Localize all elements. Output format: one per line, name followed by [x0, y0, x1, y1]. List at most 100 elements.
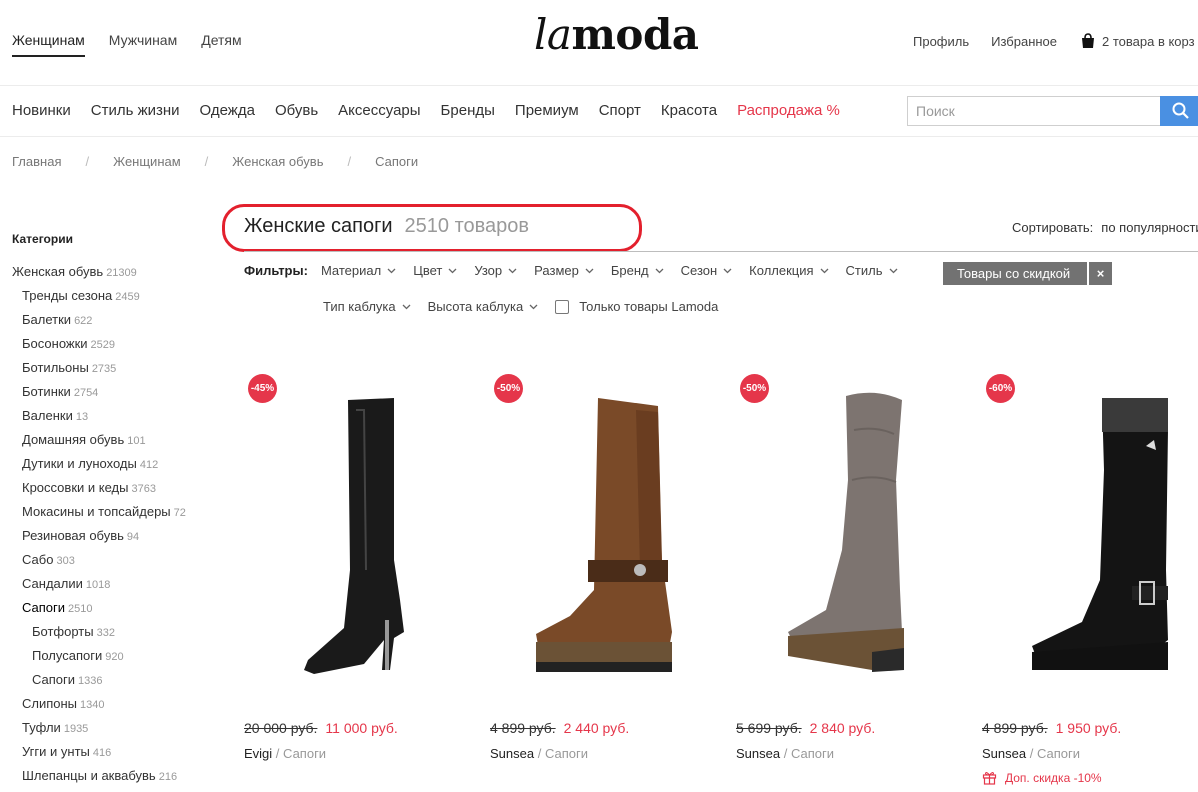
active-filter-chip[interactable]: Товары со скидкой [943, 262, 1087, 285]
breadcrumb-home[interactable]: Главная [12, 154, 61, 169]
sidebar-category-item[interactable]: Ботфорты 332 [12, 620, 222, 644]
sidebar-category-item[interactable]: Туфли 1935 [12, 716, 222, 740]
filter-dropdown[interactable]: Коллекция [749, 263, 828, 278]
boot-image[interactable] [490, 370, 722, 700]
nav-item-accessories[interactable]: Аксессуары [338, 102, 420, 119]
cart-icon[interactable] [1079, 33, 1097, 49]
product-category[interactable]: Сапоги [545, 746, 588, 761]
filter-label: Высота каблука [427, 299, 524, 314]
filter-dropdown[interactable]: Цвет [413, 263, 457, 278]
sidebar-category-item[interactable]: Сандалии 1018 [12, 572, 222, 596]
old-price: 4 899 руб. [982, 720, 1048, 736]
filter-label: Цвет [413, 263, 443, 278]
category-name: Ботильоны [22, 360, 89, 375]
filter-dropdown[interactable]: Узор [474, 263, 517, 278]
sort-dropdown[interactable]: по популярности [1101, 220, 1198, 235]
chevron-down-icon [655, 268, 664, 273]
extra-discount-promo[interactable]: Доп. скидка -10% [982, 770, 1102, 785]
category-name: Балетки [22, 312, 72, 327]
product-image[interactable] [982, 370, 1198, 700]
category-name: Сабо [22, 552, 54, 567]
nav-item-premium[interactable]: Премиум [515, 102, 579, 119]
nav-item-brands[interactable]: Бренды [441, 102, 495, 119]
sidebar-category-item[interactable]: Балетки 622 [12, 308, 222, 332]
sidebar-category-item[interactable]: Угги и унты 416 [12, 740, 222, 764]
category-count: 416 [92, 747, 112, 759]
product-category[interactable]: Сапоги [283, 746, 326, 761]
category-count: 2529 [90, 339, 116, 351]
filter-label: Размер [534, 263, 579, 278]
sidebar-category-item[interactable]: Полусапоги 920 [12, 644, 222, 668]
sidebar-category-item[interactable]: Ботинки 2754 [12, 380, 222, 404]
sidebar-category-item[interactable]: Валенки 13 [12, 404, 222, 428]
breadcrumb-womens-shoes[interactable]: Женская обувь [232, 154, 323, 169]
product-category[interactable]: Сапоги [1037, 746, 1080, 761]
category-count: 94 [126, 531, 140, 543]
sidebar-category-item[interactable]: Женская обувь 21309 [12, 260, 222, 284]
cart-link[interactable]: 2 товара в корз [1102, 34, 1195, 49]
nav-item-clothing[interactable]: Одежда [200, 102, 255, 119]
nav-item-new[interactable]: Новинки [12, 102, 71, 119]
sidebar-category-item[interactable]: Слипоны 1340 [12, 692, 222, 716]
chevron-down-icon [508, 268, 517, 273]
nav-item-sale[interactable]: Распродажа % [737, 102, 840, 119]
boot-image[interactable] [244, 370, 476, 700]
filter-dropdown[interactable]: Бренд [611, 263, 664, 278]
filter-dropdown[interactable]: Материал [321, 263, 396, 278]
product-category[interactable]: Сапоги [791, 746, 834, 761]
old-price: 5 699 руб. [736, 720, 802, 736]
sidebar-category-item[interactable]: Дутики и луноходы 412 [12, 452, 222, 476]
filter-dropdown[interactable]: Стиль [846, 263, 898, 278]
favorites-link[interactable]: Избранное [991, 34, 1057, 49]
boot-image[interactable] [736, 370, 968, 700]
product-brand[interactable]: Sunsea [490, 746, 534, 761]
tab-women[interactable]: Женщинам [12, 32, 85, 57]
sidebar-category-item[interactable]: Сапоги 1336 [12, 668, 222, 692]
sidebar-category-item[interactable]: Домашняя обувь 101 [12, 428, 222, 452]
nav-item-shoes[interactable]: Обувь [275, 102, 318, 119]
profile-link[interactable]: Профиль [913, 34, 969, 49]
nav-item-sport[interactable]: Спорт [599, 102, 641, 119]
sidebar-category-item[interactable]: Босоножки 2529 [12, 332, 222, 356]
filter-dropdown[interactable]: Тип каблука [323, 299, 411, 314]
nav-item-lifestyle[interactable]: Стиль жизни [91, 102, 180, 119]
sidebar-category-item[interactable]: Ботильоны 2735 [12, 356, 222, 380]
breadcrumb-boots[interactable]: Сапоги [375, 154, 418, 169]
sidebar-category-item[interactable]: Мокасины и топсайдеры 72 [12, 500, 222, 524]
category-name: Ботинки [22, 384, 71, 399]
remove-filter-button[interactable]: × [1089, 262, 1112, 285]
logo[interactable]: lamoda [534, 10, 699, 59]
breadcrumb-women[interactable]: Женщинам [113, 154, 181, 169]
category-count: 1340 [80, 699, 105, 711]
filter-label: Бренд [610, 263, 649, 278]
filter-dropdown[interactable]: Сезон [681, 263, 733, 278]
product-brand[interactable]: Evigi [244, 746, 272, 761]
product-brand[interactable]: Sunsea [982, 746, 1026, 761]
sidebar-category-item[interactable]: Шлепанцы и аквабувь 216 [12, 764, 222, 788]
search-button[interactable] [1160, 96, 1198, 126]
nav-item-beauty[interactable]: Красота [661, 102, 717, 119]
category-name: Сандалии [22, 576, 83, 591]
lamoda-only-checkbox[interactable] [555, 299, 570, 314]
product-brand[interactable]: Sunsea [736, 746, 780, 761]
product-image[interactable] [244, 370, 476, 700]
sidebar-category-item[interactable]: Тренды сезона 2459 [12, 284, 222, 308]
tab-men[interactable]: Мужчинам [109, 32, 177, 57]
sidebar-category-item[interactable]: Сапоги 2510 [12, 596, 222, 620]
lamoda-only-label[interactable]: Только товары Lamoda [579, 299, 718, 314]
product-image[interactable] [736, 370, 968, 700]
filter-dropdown[interactable]: Размер [534, 263, 594, 278]
category-name: Дутики и луноходы [22, 456, 137, 471]
sidebar-category-item[interactable]: Кроссовки и кеды 3763 [12, 476, 222, 500]
sidebar-category-item[interactable]: Резиновая обувь 94 [12, 524, 222, 548]
filter-dropdown[interactable]: Высота каблука [428, 299, 539, 314]
promo-text: Доп. скидка -10% [1005, 770, 1102, 785]
product-image[interactable] [490, 370, 722, 700]
discount-badge: -45% [248, 374, 277, 403]
sidebar-category-item[interactable]: Эспадрильи949 [12, 788, 222, 792]
boot-image[interactable] [982, 370, 1198, 700]
tab-kids[interactable]: Детям [201, 32, 241, 57]
category-count: 622 [74, 315, 93, 327]
sidebar-category-item[interactable]: Сабо 303 [12, 548, 222, 572]
search-input[interactable] [907, 96, 1161, 126]
